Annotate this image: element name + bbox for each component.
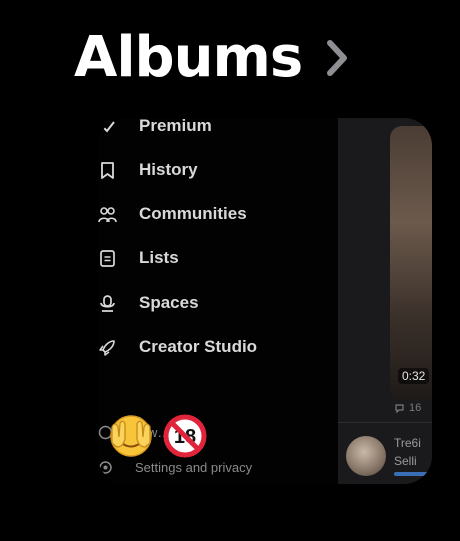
no-one-under-18-emoji: 18 bbox=[163, 414, 207, 458]
rocket-icon bbox=[98, 338, 117, 357]
lists-icon bbox=[98, 249, 117, 268]
avatar[interactable] bbox=[346, 436, 386, 476]
video-thumbnail[interactable] bbox=[390, 126, 432, 400]
bookmark-icon bbox=[98, 161, 117, 180]
menu-item-creator-studio[interactable]: Creator Studio bbox=[98, 337, 257, 357]
menu-item-communities[interactable]: Communities bbox=[98, 204, 247, 224]
premium-icon bbox=[98, 118, 117, 136]
menu-item-label: History bbox=[139, 160, 198, 179]
communities-icon bbox=[98, 205, 117, 224]
menu-item-label: Spaces bbox=[139, 293, 199, 312]
menu-item-settings[interactable]: Settings and privacy bbox=[98, 460, 252, 475]
page-title: Albums bbox=[74, 25, 303, 90]
menu-item-label: Creator Studio bbox=[139, 337, 258, 356]
reply-icon bbox=[395, 403, 404, 413]
post-text: Selli bbox=[394, 454, 417, 468]
menu-item-label: Settings and privacy bbox=[135, 460, 253, 475]
video-timestamp: 0:32 bbox=[398, 368, 430, 384]
post-link[interactable] bbox=[394, 472, 428, 476]
reply-count: 16 bbox=[409, 402, 422, 414]
chevron-right-icon bbox=[324, 38, 350, 78]
see-no-evil-face-emoji bbox=[110, 415, 152, 457]
post-author-name: Tre6i bbox=[394, 436, 421, 450]
divider bbox=[338, 422, 432, 423]
spaces-icon bbox=[98, 294, 117, 313]
reply-stats: 16 bbox=[394, 402, 421, 414]
menu-item-history[interactable]: History bbox=[98, 160, 198, 180]
feed-preview: 0:32 16 Tre6i Selli bbox=[338, 118, 432, 484]
gear-icon bbox=[98, 460, 113, 475]
menu-item-premium[interactable]: Premium bbox=[98, 118, 212, 136]
menu-item-label: Premium bbox=[139, 118, 212, 135]
albums-header[interactable]: Albums bbox=[74, 22, 350, 94]
menu-item-label: Communities bbox=[139, 204, 247, 223]
menu-item-lists[interactable]: Lists bbox=[98, 248, 179, 268]
menu-item-label: Lists bbox=[139, 248, 179, 267]
menu-item-spaces[interactable]: Spaces bbox=[98, 293, 199, 313]
